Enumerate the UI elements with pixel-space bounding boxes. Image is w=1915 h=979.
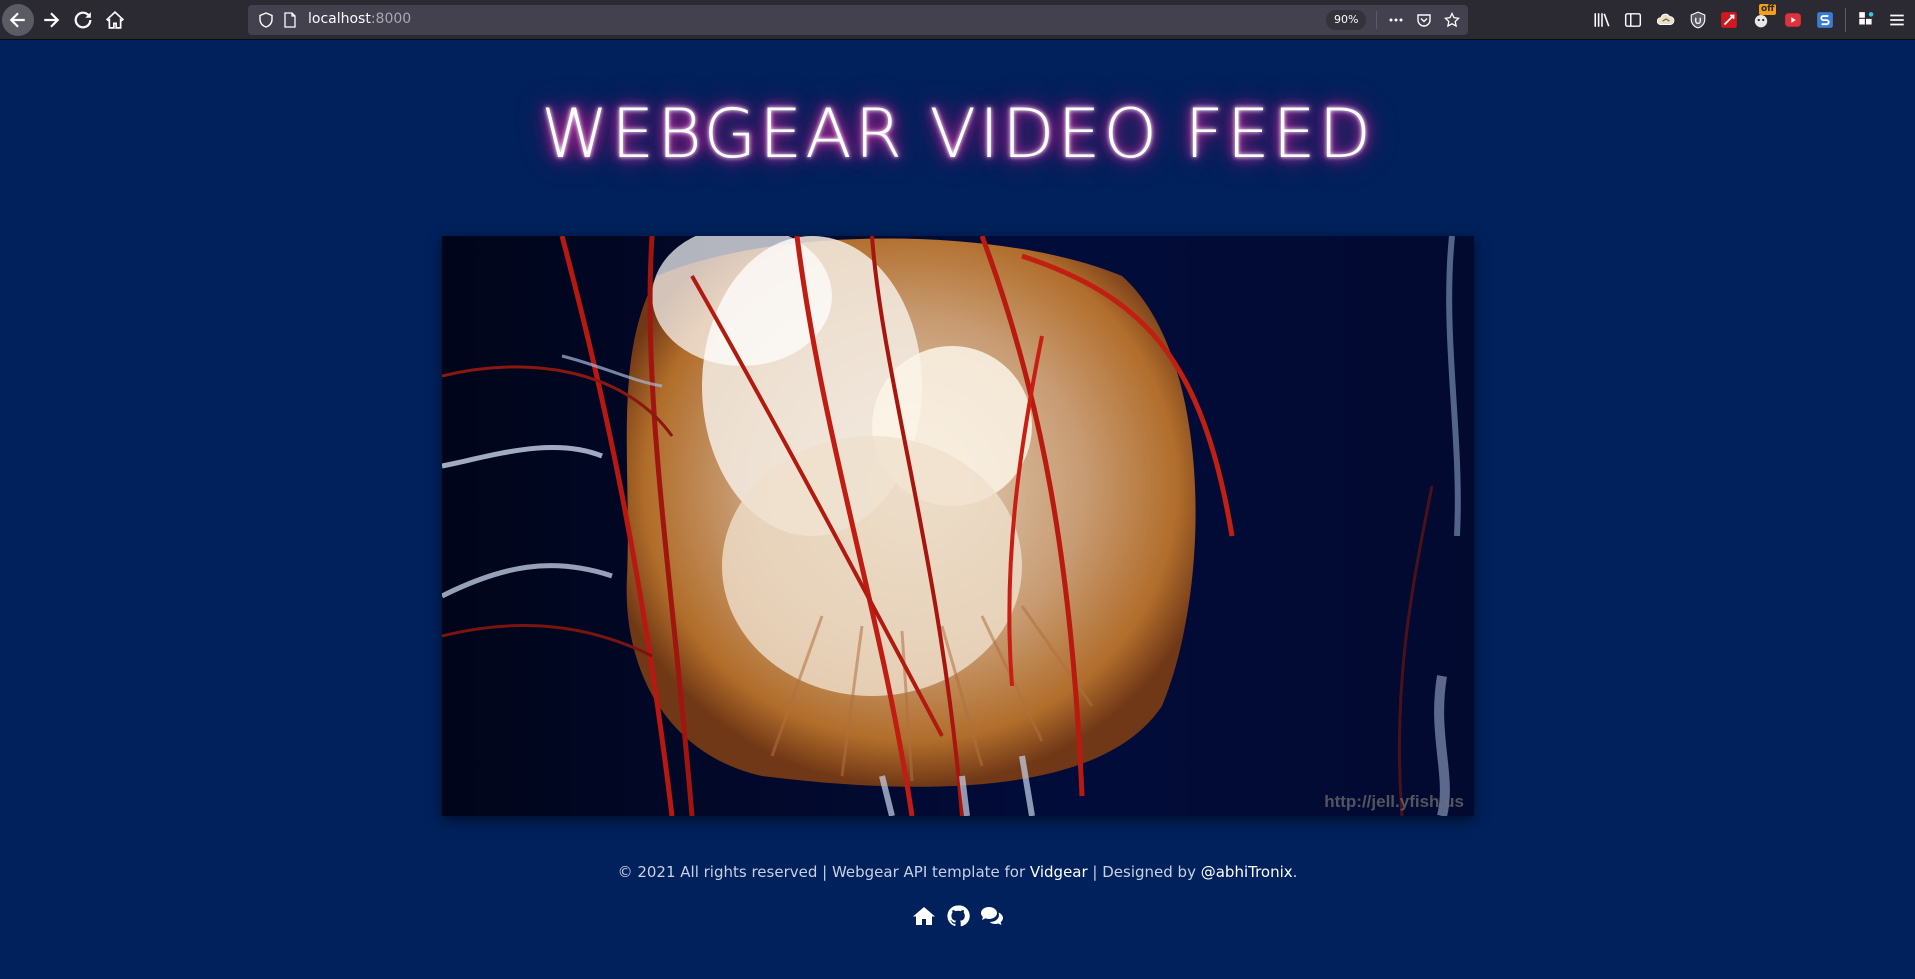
url-divider bbox=[1376, 11, 1377, 29]
back-button[interactable] bbox=[2, 4, 34, 36]
video-watermark: http://jell.yfish.us bbox=[1324, 792, 1464, 811]
footer-period: . bbox=[1292, 863, 1298, 881]
forward-arrow-icon bbox=[44, 12, 60, 28]
designed-by-text: | Designed by bbox=[1087, 863, 1201, 881]
extensions-puzzle-icon[interactable] bbox=[1856, 10, 1876, 30]
home-button[interactable] bbox=[99, 4, 131, 36]
menu-hamburger-icon[interactable] bbox=[1887, 10, 1907, 30]
toolbar-divider bbox=[1845, 8, 1846, 32]
webgear-page: WEBGEAR VIDEO FEED http://jell.yfish.us … bbox=[0, 40, 1915, 979]
zoom-level-badge[interactable]: 90% bbox=[1326, 10, 1367, 30]
footer-icon-row bbox=[0, 903, 1915, 929]
page-footer: © 2021 All rights reserved | Webgear API… bbox=[0, 863, 1915, 881]
bookmark-star-icon[interactable] bbox=[1442, 10, 1462, 30]
youtube-extension-icon[interactable] bbox=[1783, 10, 1803, 30]
video-feed: http://jell.yfish.us bbox=[442, 236, 1474, 816]
github-icon[interactable] bbox=[945, 903, 971, 929]
library-icon[interactable] bbox=[1592, 10, 1612, 30]
s-extension-icon[interactable] bbox=[1815, 10, 1835, 30]
pocket-icon[interactable] bbox=[1414, 10, 1434, 30]
extension-cloud-icon[interactable] bbox=[1656, 10, 1676, 30]
page-icon[interactable] bbox=[282, 12, 298, 28]
red-extension-icon[interactable] bbox=[1719, 10, 1739, 30]
copyright-text: © 2021 All rights reserved | Webgear API… bbox=[617, 863, 1030, 881]
home-icon bbox=[106, 11, 124, 29]
jellyfish-frame-image bbox=[442, 236, 1474, 816]
extension-off-badge: off bbox=[1759, 4, 1777, 15]
forward-button[interactable] bbox=[35, 4, 67, 36]
more-actions-icon[interactable] bbox=[1386, 10, 1406, 30]
url-text[interactable]: localhost:8000 bbox=[308, 11, 411, 27]
reload-icon bbox=[74, 11, 92, 29]
shield-icon[interactable] bbox=[258, 12, 274, 28]
reload-button[interactable] bbox=[67, 4, 99, 36]
url-port: :8000 bbox=[370, 11, 412, 27]
home-icon[interactable] bbox=[911, 903, 937, 929]
page-title: WEBGEAR VIDEO FEED bbox=[540, 95, 1374, 174]
url-bar[interactable]: localhost:8000 90% bbox=[248, 5, 1468, 35]
ublock-shield-icon[interactable] bbox=[1688, 10, 1708, 30]
sidebar-icon[interactable] bbox=[1623, 10, 1643, 30]
url-host: localhost bbox=[308, 11, 371, 27]
browser-toolbar: localhost:8000 90% off bbox=[0, 0, 1915, 40]
vidgear-link[interactable]: Vidgear bbox=[1030, 863, 1088, 881]
comments-icon[interactable] bbox=[979, 903, 1005, 929]
back-arrow-icon bbox=[9, 12, 25, 28]
author-link[interactable]: @abhiTronix bbox=[1201, 863, 1293, 881]
